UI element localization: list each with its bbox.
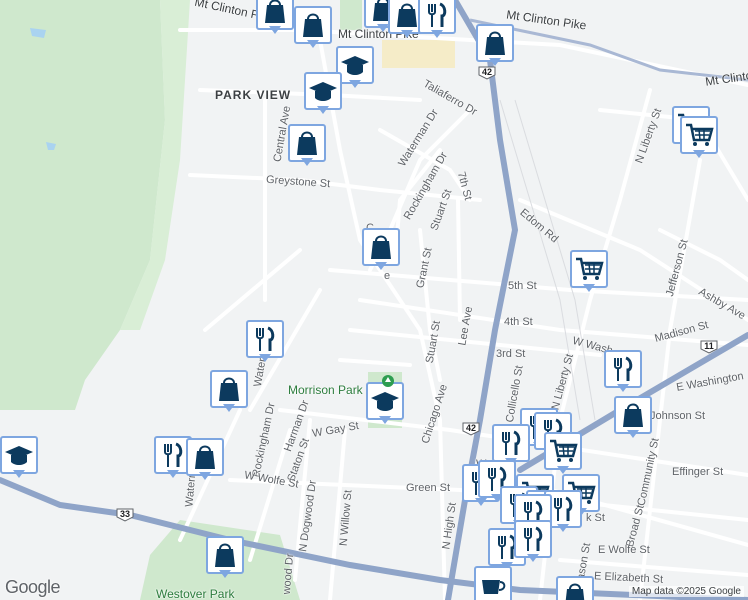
street-label: 4th St [504, 316, 533, 328]
restaurant-pin[interactable] [604, 350, 642, 396]
street-label: 5th St [508, 280, 537, 292]
restaurant-icon [256, 326, 275, 351]
shopping-icon [485, 31, 505, 55]
school-icon [371, 392, 399, 411]
school-pin[interactable] [304, 72, 342, 118]
shopping-icon [303, 13, 323, 37]
shopping-pin[interactable] [288, 124, 326, 170]
shopping-pin[interactable] [256, 0, 294, 38]
route-42-shield: 42 [462, 422, 480, 436]
restaurant-icon [614, 356, 633, 381]
shopping-pin[interactable] [210, 370, 248, 416]
school-icon [341, 56, 369, 75]
route-33-shield: 33 [116, 508, 134, 522]
shopping-icon [371, 235, 391, 259]
shopping-icon [623, 403, 643, 427]
shopping-pin[interactable] [186, 438, 224, 484]
park-label-westover: Westover Park [156, 587, 235, 600]
shopping-icon [195, 445, 215, 469]
school-pin[interactable] [366, 382, 404, 428]
grocery-icon [550, 439, 578, 462]
grocery-icon [576, 257, 604, 280]
street-label: E Wolfe St [598, 544, 650, 556]
restaurant-icon [164, 442, 183, 467]
map-attribution[interactable]: Map data ©2025 Google [628, 586, 744, 597]
street-label: 3rd St [496, 348, 526, 360]
grocery-pin[interactable] [680, 116, 718, 162]
street-label: Green St [406, 482, 451, 494]
cafe-pin[interactable] [474, 566, 512, 600]
restaurant-icon [502, 430, 521, 455]
park-marker-icon[interactable] [381, 374, 395, 388]
restaurant-pin[interactable] [514, 520, 552, 566]
cafe-icon [482, 580, 506, 594]
shopping-pin[interactable] [556, 576, 594, 600]
school-icon [309, 82, 337, 101]
street-label: Johnson St [650, 410, 706, 422]
grocery-icon [686, 123, 714, 146]
restaurant-icon [428, 2, 447, 27]
route-11-shield: 11 [700, 340, 718, 354]
google-logo[interactable]: Google [5, 577, 61, 598]
park-label-morrison: Morrison Park [288, 383, 363, 397]
shopping-pin[interactable] [476, 24, 514, 70]
restaurant-pin[interactable] [418, 0, 456, 42]
street-label: Effinger St [672, 466, 724, 478]
shopping-icon [565, 583, 585, 600]
neighborhood-label: PARK VIEW [215, 88, 292, 102]
school-pin[interactable] [0, 436, 38, 482]
shopping-icon [265, 0, 285, 23]
shopping-icon [219, 377, 239, 401]
restaurant-icon [524, 526, 543, 551]
shopping-pin[interactable] [614, 396, 652, 442]
shopping-pin[interactable] [362, 228, 400, 274]
shopping-icon [215, 543, 235, 567]
grocery-pin[interactable] [570, 250, 608, 296]
shopping-pin[interactable] [206, 536, 244, 582]
shopping-icon [297, 131, 317, 155]
restaurant-pin[interactable] [246, 320, 284, 366]
school-icon [5, 446, 33, 465]
grocery-pin[interactable] [544, 432, 582, 478]
shopping-pin[interactable] [294, 6, 332, 52]
map-canvas[interactable]: PARK VIEW Morrison Park Westover Park Mt… [0, 0, 748, 600]
